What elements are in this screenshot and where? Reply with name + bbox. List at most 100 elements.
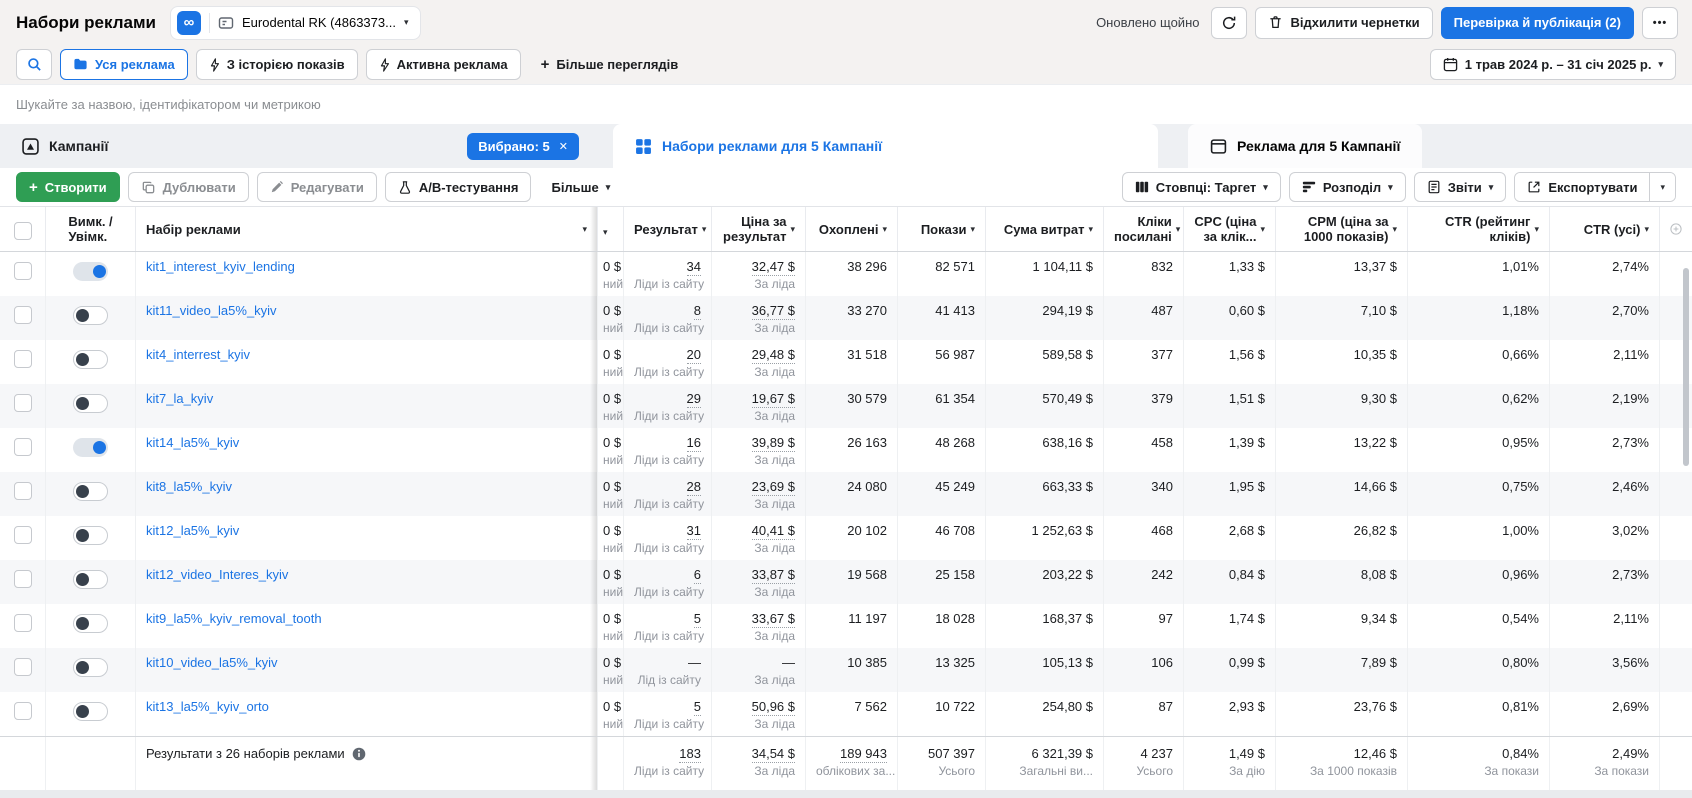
add-column-button[interactable]: [1660, 207, 1692, 251]
edit-button[interactable]: Редагувати: [256, 172, 377, 202]
column-header-clicks[interactable]: Кліки посилані ▾: [1104, 207, 1184, 251]
row-select-cell: [0, 296, 46, 340]
row-checkbox[interactable]: [13, 350, 32, 368]
tab-adsets[interactable]: Набори реклами для 5 Кампанії: [613, 124, 1158, 168]
cell-cpc: 0,99 $: [1184, 648, 1276, 692]
cell-cpc: 0,60 $: [1184, 296, 1276, 340]
adset-toggle[interactable]: [73, 658, 108, 677]
column-header-cost[interactable]: Ціна за результат ▾: [712, 207, 806, 251]
row-checkbox[interactable]: [13, 526, 32, 544]
adset-toggle[interactable]: [73, 526, 108, 545]
column-header-toggle: Вимк. / Увімк.: [46, 207, 136, 251]
column-header-impressions[interactable]: Покази ▾: [898, 207, 986, 251]
account-selector[interactable]: ∞ Eurodental RK (4863373... ▾: [170, 5, 422, 40]
filter-active-ads[interactable]: Активна реклама: [365, 49, 521, 80]
cell-reach: 33 270: [806, 296, 898, 340]
row-checkbox[interactable]: [13, 614, 32, 632]
row-checkbox[interactable]: [13, 658, 32, 676]
table-row: kit9_la5%_kyiv_removal_tooth 0 $ ний 5 Ліди …: [0, 604, 1692, 648]
cell-clicks: 97: [1104, 604, 1184, 648]
more-views-button[interactable]: + Більше переглядів: [529, 49, 691, 80]
cell-result: 34 Ліди із сайту: [624, 252, 712, 296]
adset-name-link[interactable]: kit4_interrest_kyiv: [146, 347, 250, 362]
breakdown-button[interactable]: Розподіл ▾: [1288, 172, 1406, 202]
column-header-spend[interactable]: Сума витрат ▾: [986, 207, 1104, 251]
selected-count-badge[interactable]: Вибрано: 5 ✕: [467, 132, 579, 160]
cell-cost: 50,96 $ За ліда: [712, 692, 806, 736]
sort-caret-icon: ▾: [1534, 223, 1539, 234]
create-button[interactable]: + Створити: [16, 172, 120, 202]
column-header-hidden[interactable]: ▾: [598, 207, 624, 251]
adset-name-link[interactable]: kit12_video_Interes_kyiv: [146, 567, 288, 582]
adset-name-link[interactable]: kit1_interest_kyiv_lending: [146, 259, 295, 274]
adset-name-link[interactable]: kit9_la5%_kyiv_removal_tooth: [146, 611, 322, 626]
cell-result: 20 Ліди із сайту: [624, 340, 712, 384]
adset-name-link[interactable]: kit11_video_la5%_kyiv: [146, 303, 277, 318]
adset-name-link[interactable]: kit13_la5%_kyiv_orto: [146, 699, 269, 714]
adset-toggle[interactable]: [73, 394, 108, 413]
row-checkbox[interactable]: [13, 482, 32, 500]
discard-drafts-button[interactable]: Відхилити чернетки: [1255, 6, 1433, 39]
row-checkbox[interactable]: [13, 262, 32, 280]
filter-all-ads[interactable]: Уся реклама: [60, 49, 188, 80]
sort-caret-icon: ▾: [1260, 223, 1265, 234]
adset-toggle[interactable]: [73, 262, 108, 281]
column-header-reach[interactable]: Охоплені ▾: [806, 207, 898, 251]
top-bar: Набори реклами ∞ Eurodental RK (4863373.…: [0, 0, 1692, 45]
adset-name-link[interactable]: kit8_la5%_kyiv: [146, 479, 232, 494]
adset-name-cell: kit12_la5%_kyiv: [136, 516, 598, 560]
tab-campaigns[interactable]: Кампанії Вибрано: 5 ✕: [16, 124, 591, 168]
filter-had-delivery[interactable]: З історією показів: [195, 49, 358, 80]
column-header-result[interactable]: Результат ▾: [624, 207, 712, 251]
row-checkbox[interactable]: [13, 394, 32, 412]
adset-toggle[interactable]: [73, 438, 108, 457]
horizontal-scrollbar-track[interactable]: [0, 790, 1692, 798]
export-button[interactable]: Експортувати: [1515, 173, 1650, 201]
column-header-ctr_all[interactable]: CTR (усі) ▾: [1550, 207, 1660, 251]
search-button[interactable]: [16, 49, 52, 80]
columns-button[interactable]: Стовпці: Таргет ▾: [1121, 172, 1281, 202]
export-options-button[interactable]: ▾: [1649, 173, 1675, 201]
ab-test-button[interactable]: А/В-тестування: [384, 172, 532, 202]
column-header-name[interactable]: Набір реклами ▾: [136, 207, 598, 251]
table-row: kit8_la5%_kyiv 0 $ ний 28 Ліди із сайту 23,69…: [0, 472, 1692, 516]
duplicate-button[interactable]: Дублювати: [127, 172, 249, 202]
row-checkbox[interactable]: [13, 702, 32, 720]
row-checkbox[interactable]: [13, 438, 32, 456]
cell-clicks: 340: [1104, 472, 1184, 516]
more-options-button[interactable]: •••: [1642, 6, 1678, 39]
row-select-cell: [0, 516, 46, 560]
cell-ctr_all: 2,69%: [1550, 692, 1660, 736]
close-icon[interactable]: ✕: [559, 140, 568, 153]
breakdown-icon: [1302, 180, 1316, 194]
column-header-cpm[interactable]: CPM (ціна за 1000 показів) ▾: [1276, 207, 1408, 251]
select-all-checkbox[interactable]: [13, 221, 32, 240]
tab-ads[interactable]: Реклама для 5 Кампанії: [1188, 124, 1423, 168]
cell-ctr_all: 2,70%: [1550, 296, 1660, 340]
date-range-picker[interactable]: 1 трав 2024 р. – 31 січ 2025 р. ▾: [1429, 49, 1676, 80]
review-publish-button[interactable]: Перевірка й публікація (2): [1440, 6, 1634, 39]
adset-toggle[interactable]: [73, 350, 108, 369]
row-checkbox[interactable]: [13, 570, 32, 588]
column-header-ctr_link[interactable]: CTR (рейтинг кліків) ▾: [1408, 207, 1550, 251]
adset-name-link[interactable]: kit14_la5%_kyiv: [146, 435, 239, 450]
refresh-button[interactable]: [1211, 6, 1248, 39]
adset-name-link[interactable]: kit7_la_kyiv: [146, 391, 213, 406]
row-checkbox[interactable]: [13, 306, 32, 324]
adset-toggle[interactable]: [73, 306, 108, 325]
more-actions-button[interactable]: Більше ▾: [539, 172, 622, 202]
adset-name-cell: kit9_la5%_kyiv_removal_tooth: [136, 604, 598, 648]
adset-name-link[interactable]: kit12_la5%_kyiv: [146, 523, 239, 538]
adset-toggle[interactable]: [73, 702, 108, 721]
adset-toggle[interactable]: [73, 570, 108, 589]
column-header-cpc[interactable]: CPC (ціна за клік... ▾: [1184, 207, 1276, 251]
row-select-cell: [0, 560, 46, 604]
vertical-scrollbar-thumb[interactable]: [1683, 268, 1689, 466]
reports-button[interactable]: Звіти ▾: [1413, 172, 1507, 202]
adset-name-link[interactable]: kit10_video_la5%_kyiv: [146, 655, 278, 670]
search-input[interactable]: [16, 97, 1676, 112]
adset-toggle[interactable]: [73, 614, 108, 633]
cell-ctr_all: 2,46%: [1550, 472, 1660, 516]
adset-toggle[interactable]: [73, 482, 108, 501]
row-select-cell: [0, 252, 46, 296]
